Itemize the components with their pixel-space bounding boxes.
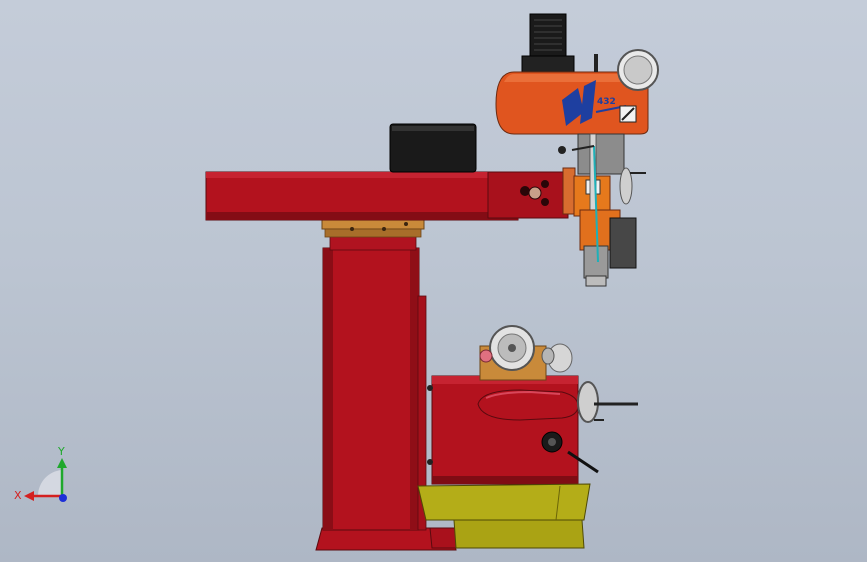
- x-axis-arrow: [24, 491, 34, 501]
- head-adapter[interactable]: [562, 167, 611, 217]
- head-logo-text: 432: [597, 97, 616, 107]
- motor-box[interactable]: [389, 123, 477, 173]
- milling-head[interactable]: 432: [495, 13, 659, 287]
- y-axis-label: Y: [57, 445, 65, 458]
- y-axis-arrow: [57, 458, 67, 468]
- model-view[interactable]: 432 Y X: [0, 0, 867, 562]
- z-axis-dot: [59, 494, 67, 502]
- rotary-table[interactable]: [479, 325, 573, 381]
- axis-triad: Y X: [14, 445, 67, 502]
- column[interactable]: [322, 235, 427, 531]
- cad-viewport[interactable]: 432 Y X: [0, 0, 867, 562]
- ram-arm[interactable]: [205, 171, 569, 221]
- x-axis-label: X: [14, 489, 22, 502]
